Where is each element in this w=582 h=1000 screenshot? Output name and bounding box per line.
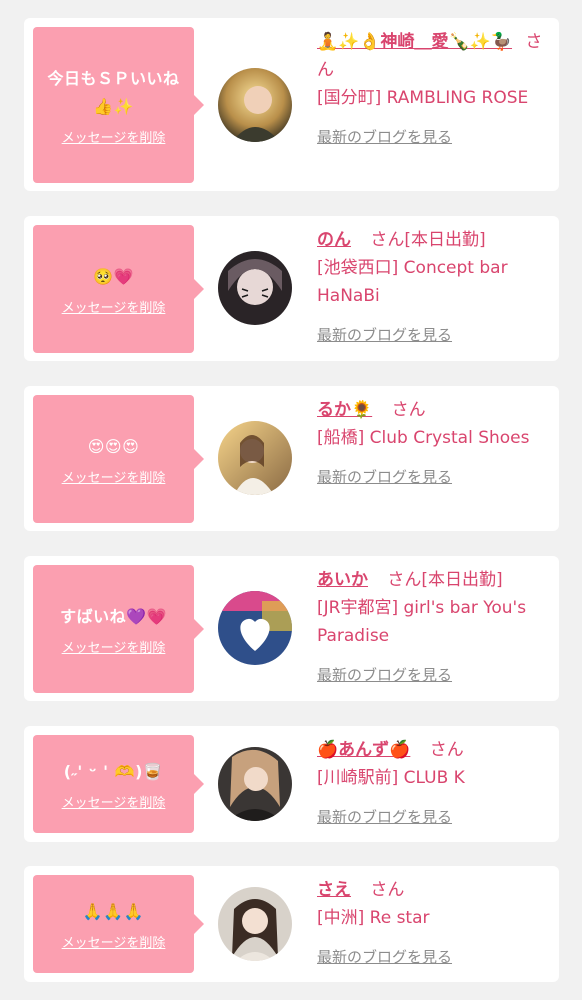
latest-blog-link[interactable]: 最新のブログを見る <box>317 466 452 488</box>
cast-info: るか🌻 さん [船橋] Club Crystal Shoes 最新のブログを見る <box>317 396 553 488</box>
cast-name-link[interactable]: さえ <box>317 880 351 900</box>
cast-name-link[interactable]: るか🌻 <box>317 400 372 420</box>
cast-info: 🍎あんず🍎 さん [川崎駅前] CLUB K 最新のブログを見る <box>317 736 553 828</box>
honorific: さん <box>391 400 426 420</box>
latest-blog-link[interactable]: 最新のブログを見る <box>317 946 452 968</box>
delete-message-link[interactable]: メッセージを削除 <box>62 637 166 656</box>
name-line: 🍎あんず🍎 さん <box>317 736 553 764</box>
avatar[interactable] <box>218 591 292 665</box>
delete-message-link[interactable]: メッセージを削除 <box>62 297 166 316</box>
delete-message-link[interactable]: メッセージを削除 <box>62 932 166 951</box>
cast-name-link[interactable]: あいか <box>317 570 368 590</box>
cast-name-link[interactable]: 🧘✨👌神崎＿愛🍾✨🦆 <box>317 32 512 52</box>
delete-message-link[interactable]: メッセージを削除 <box>62 127 166 146</box>
message-bubble: 🥺💗 メッセージを削除 <box>33 225 204 353</box>
cast-info: あいか さん[本日出勤] [JR宇都宮] girl's bar You's Pa… <box>317 566 553 686</box>
message-text: 今日もＳＰいいね👍✨ <box>47 68 180 116</box>
shop-text: [川崎駅前] CLUB K <box>317 768 465 788</box>
honorific: さん[本日出勤] <box>387 570 503 590</box>
avatar[interactable] <box>218 68 292 142</box>
cast-info: 🧘✨👌神崎＿愛🍾✨🦆 さん [国分町] RAMBLING ROSE 最新のブログ… <box>317 28 553 148</box>
name-line: るか🌻 さん <box>317 396 553 424</box>
message-text: 🙏🙏🙏 <box>82 901 145 921</box>
latest-blog-link[interactable]: 最新のブログを見る <box>317 664 452 686</box>
message-card: 🙏🙏🙏 メッセージを削除 さえ さん [中洲] Re star 最新のブログを見… <box>24 866 559 982</box>
latest-blog-link[interactable]: 最新のブログを見る <box>317 126 452 148</box>
message-bubble: (˶' ᵕ ' 🫶)🥃 メッセージを削除 <box>33 735 204 833</box>
message-card: 🥺💗 メッセージを削除 のん さん[本日出勤] [池袋西口] Concept b… <box>24 216 559 361</box>
avatar[interactable] <box>218 747 292 821</box>
message-list: 今日もＳＰいいね👍✨ メッセージを削除 🧘✨👌神崎＿愛🍾✨🦆 さん [国分町] … <box>0 0 582 1000</box>
message-card: 😍😍😍 メッセージを削除 るか🌻 さん [船橋] Club Crystal Sh… <box>24 386 559 531</box>
shop-text: [池袋西口] Concept bar HaNaBi <box>317 258 508 306</box>
honorific: さん <box>429 740 464 760</box>
avatar[interactable] <box>218 251 292 325</box>
delete-message-link[interactable]: メッセージを削除 <box>62 792 166 811</box>
latest-blog-link[interactable]: 最新のブログを見る <box>317 324 452 346</box>
shop-text: [中洲] Re star <box>317 908 430 928</box>
message-text: 🥺💗 <box>93 266 134 286</box>
message-text: (˶' ᵕ ' 🫶)🥃 <box>63 761 164 781</box>
avatar[interactable] <box>218 887 292 961</box>
latest-blog-link[interactable]: 最新のブログを見る <box>317 806 452 828</box>
name-line: のん さん[本日出勤] <box>317 226 553 254</box>
honorific: さん[本日出勤] <box>370 230 486 250</box>
shop-text: [船橋] Club Crystal Shoes <box>317 428 530 448</box>
cast-name-link[interactable]: 🍎あんず🍎 <box>317 740 410 760</box>
message-bubble: すばいね💜💗 メッセージを削除 <box>33 565 204 693</box>
message-bubble: 😍😍😍 メッセージを削除 <box>33 395 204 523</box>
avatar[interactable] <box>218 421 292 495</box>
honorific: さん <box>370 880 405 900</box>
message-card: すばいね💜💗 メッセージを削除 あいか さん[本日出勤] [JR宇都宮] gir… <box>24 556 559 701</box>
message-bubble: 今日もＳＰいいね👍✨ メッセージを削除 <box>33 27 204 183</box>
message-bubble: 🙏🙏🙏 メッセージを削除 <box>33 875 204 973</box>
message-text: 😍😍😍 <box>87 436 140 456</box>
message-card: (˶' ᵕ ' 🫶)🥃 メッセージを削除 🍎あんず🍎 さん [川崎駅前] CLU… <box>24 726 559 842</box>
cast-name-link[interactable]: のん <box>317 230 351 250</box>
name-line: あいか さん[本日出勤] <box>317 566 553 594</box>
message-card: 今日もＳＰいいね👍✨ メッセージを削除 🧘✨👌神崎＿愛🍾✨🦆 さん [国分町] … <box>24 18 559 191</box>
name-line: 🧘✨👌神崎＿愛🍾✨🦆 さん <box>317 28 553 84</box>
cast-info: さえ さん [中洲] Re star 最新のブログを見る <box>317 876 553 968</box>
message-text: すばいね💜💗 <box>60 606 167 626</box>
name-line: さえ さん <box>317 876 553 904</box>
cast-info: のん さん[本日出勤] [池袋西口] Concept bar HaNaBi 最新… <box>317 226 553 346</box>
shop-text: [国分町] RAMBLING ROSE <box>317 88 529 108</box>
shop-text: [JR宇都宮] girl's bar You's Paradise <box>317 598 527 646</box>
delete-message-link[interactable]: メッセージを削除 <box>62 467 166 486</box>
